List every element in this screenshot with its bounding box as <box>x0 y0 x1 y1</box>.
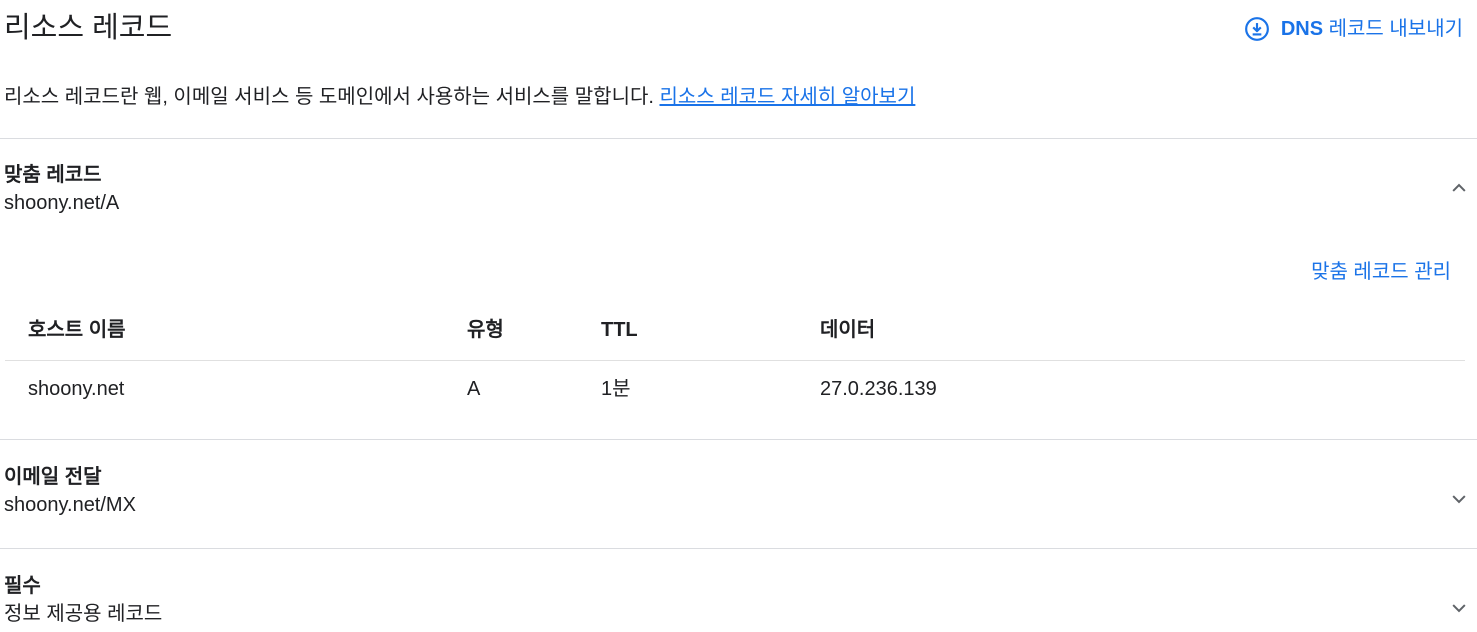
export-label-prefix: DNS <box>1280 18 1324 40</box>
chevron-down-icon[interactable] <box>1449 489 1469 509</box>
section-header-required[interactable]: 필수 정보 제공용 레코드 <box>4 573 1477 629</box>
section-title: 필수 <box>4 575 41 597</box>
record-ttl: 1분 <box>601 378 631 400</box>
table-header-row: 호스트 이름 유형 TTL 데이터 <box>5 302 1465 361</box>
page-title: 리소스 레코드 <box>4 12 173 44</box>
divider <box>0 439 1477 440</box>
section-subtitle: shoony.net/MX <box>4 494 136 516</box>
section-title: 이메일 전달 <box>4 466 102 488</box>
record-host-name: shoony.net <box>28 378 125 400</box>
section-subtitle: shoony.net/A <box>4 192 120 214</box>
section-subtitle: 정보 제공용 레코드 <box>4 603 163 625</box>
column-header-data: 데이터 <box>820 319 876 341</box>
section-header-custom-records[interactable]: 맞춤 레코드 shoony.net/A <box>4 162 1477 218</box>
column-header-ttl: TTL <box>601 319 638 341</box>
column-header-type: 유형 <box>467 319 504 341</box>
export-dns-records-button[interactable]: DNS 레코드 내보내기 <box>1244 12 1463 46</box>
records-table: 호스트 이름 유형 TTL 데이터 shoony.net A 1분 27.0.2… <box>5 302 1465 419</box>
table-row: shoony.net A 1분 27.0.236.139 <box>5 361 1465 419</box>
divider <box>0 548 1477 549</box>
learn-more-link[interactable]: 리소스 레코드 자세히 알아보기 <box>659 86 915 108</box>
page-description: 리소스 레코드란 웹, 이메일 서비스 등 도메인에서 사용하는 서비스를 말합… <box>4 82 915 112</box>
chevron-down-icon[interactable] <box>1449 598 1469 618</box>
section-title: 맞춤 레코드 <box>4 164 102 186</box>
divider <box>0 138 1477 139</box>
section-header-email-forwarding[interactable]: 이메일 전달 shoony.net/MX <box>4 464 1477 520</box>
download-circle-icon <box>1244 17 1269 41</box>
record-data: 27.0.236.139 <box>820 378 937 400</box>
manage-custom-records-link[interactable]: 맞춤 레코드 관리 <box>1311 257 1451 287</box>
record-type: A <box>467 378 481 400</box>
export-label-suffix: 레코드 내보내기 <box>1323 18 1463 40</box>
chevron-up-icon[interactable] <box>1449 178 1469 198</box>
description-text: 리소스 레코드란 웹, 이메일 서비스 등 도메인에서 사용하는 서비스를 말합… <box>4 86 660 108</box>
column-header-host-name: 호스트 이름 <box>28 319 126 341</box>
